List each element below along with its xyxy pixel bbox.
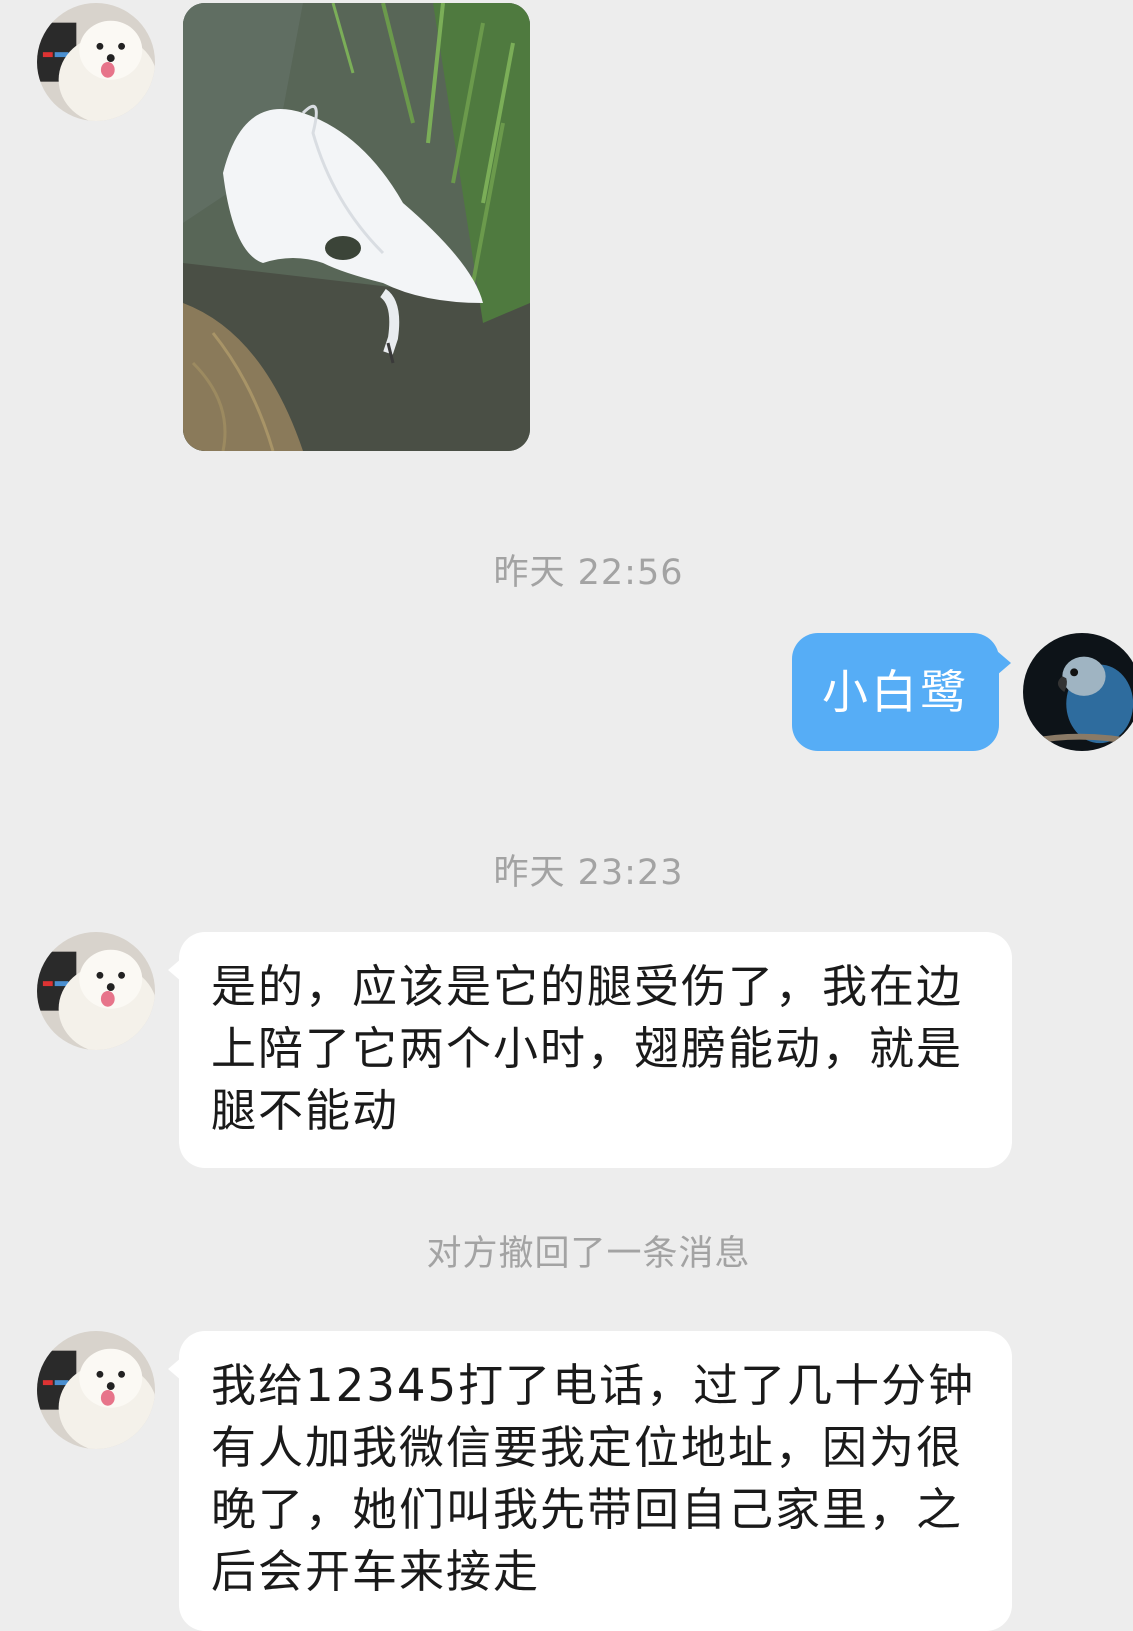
samoyed-dog-avatar-icon xyxy=(37,3,155,121)
samoyed-dog-avatar-icon xyxy=(37,1331,155,1449)
incoming-message-bubble[interactable]: 我给12345打了电话，过了几十分钟有人加我微信要我定位地址，因为很晚了，她们叫… xyxy=(168,1331,1012,1631)
my-avatar[interactable] xyxy=(1023,633,1133,751)
egret-photo-message[interactable] xyxy=(183,3,530,451)
contact-avatar[interactable] xyxy=(37,1331,155,1449)
outgoing-message-bubble[interactable]: 小白鹭 xyxy=(792,633,1011,751)
egret-photo-image xyxy=(183,3,530,451)
contact-avatar[interactable] xyxy=(37,932,155,1050)
timestamp: 昨天 22:56 xyxy=(493,553,684,593)
incoming-message-bubble[interactable]: 是的，应该是它的腿受伤了，我在边上陪了它两个小时，翅膀能动，就是腿不能动 xyxy=(168,932,1012,1168)
samoyed-dog-avatar-icon xyxy=(37,932,155,1050)
contact-avatar[interactable] xyxy=(37,3,155,121)
timestamp: 昨天 23:23 xyxy=(493,853,684,893)
blue-parrot-avatar-icon xyxy=(1023,633,1133,751)
recalled-message-notice: 对方撤回了一条消息 xyxy=(426,1234,751,1274)
